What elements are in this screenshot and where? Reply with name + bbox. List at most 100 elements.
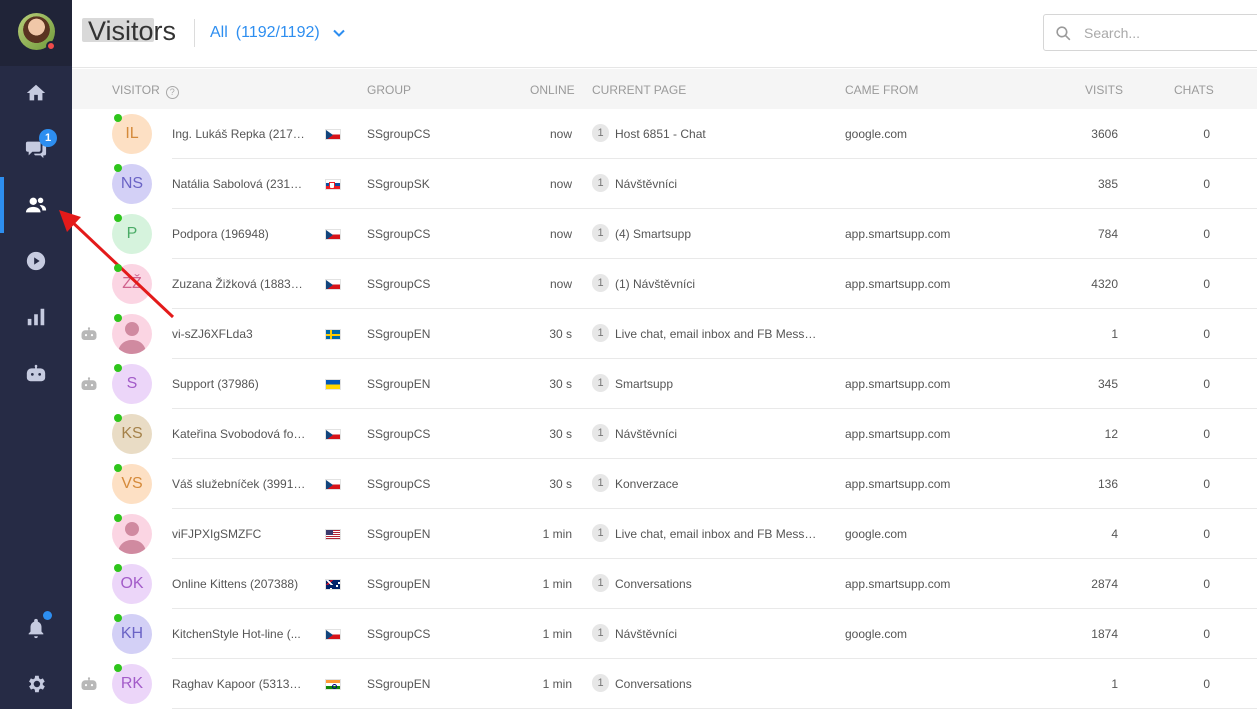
country-flag-icon	[325, 179, 341, 190]
current-page[interactable]: Návštěvníci	[615, 427, 817, 441]
came-from: app.smartsupp.com	[845, 377, 951, 391]
table-row[interactable]: NS Natália Sabolová (2317... SSgroupSK n…	[72, 159, 1257, 209]
table-row[interactable]: viFJPXIgSMZFC SSgroupEN 1 min 1 Live cha…	[72, 509, 1257, 559]
visits-count: 2874	[1091, 577, 1118, 591]
visitor-name[interactable]: Podpora (196948)	[172, 227, 306, 241]
visitor-name[interactable]: Support (37986)	[172, 377, 306, 391]
visitor-name[interactable]: Ing. Lukáš Repka (2177...	[172, 127, 306, 141]
online-time: 1 min	[542, 627, 572, 641]
profile-area[interactable]	[0, 0, 72, 66]
page-count-badge: 1	[592, 624, 609, 642]
avatar-initials: P	[126, 225, 138, 242]
nav-visitors[interactable]	[0, 177, 72, 233]
visitor-group: SSgroupCS	[367, 477, 431, 491]
nav-recordings[interactable]	[0, 233, 72, 289]
chats-count: 0	[1203, 477, 1210, 491]
table-header: VISITOR? GROUP ONLINE CURRENT PAGE CAME …	[72, 69, 1257, 109]
avatar-initials: KH	[120, 625, 144, 642]
visitor-name[interactable]: vi-sZJ6XFLda3	[172, 327, 306, 341]
column-group[interactable]: GROUP	[367, 83, 411, 97]
visitor-name[interactable]: Raghav Kapoor (531318)	[172, 677, 306, 691]
country-flag-icon	[325, 579, 341, 590]
page-count-badge: 1	[592, 474, 609, 492]
visitor-name[interactable]: KitchenStyle Hot-line (...	[172, 627, 306, 641]
page-count-badge: 1	[592, 324, 609, 342]
play-icon	[26, 251, 46, 271]
column-chats[interactable]: CHATS	[1174, 83, 1214, 97]
column-came-from[interactable]: CAME FROM	[845, 83, 918, 97]
current-page[interactable]: Smartsupp	[615, 377, 817, 391]
chats-count: 0	[1203, 327, 1210, 341]
notification-dot	[43, 611, 52, 620]
nav-home[interactable]	[0, 65, 72, 121]
avatar-initials: S	[126, 375, 138, 392]
current-page[interactable]: Konverzace	[615, 477, 817, 491]
current-page[interactable]: (4) Smartsupp	[615, 227, 817, 241]
came-from: app.smartsupp.com	[845, 227, 951, 241]
online-status-dot	[114, 364, 122, 372]
column-visits[interactable]: VISITS	[1085, 83, 1123, 97]
visitor-name[interactable]: Zuzana Žižková (188319)	[172, 277, 306, 291]
column-current-page[interactable]: CURRENT PAGE	[592, 83, 686, 97]
title-divider	[194, 19, 195, 47]
nav-chats[interactable]: 1	[0, 121, 72, 177]
online-time: 30 s	[549, 377, 572, 391]
table-row[interactable]: KH KitchenStyle Hot-line (... SSgroupCS …	[72, 609, 1257, 659]
country-flag-icon	[325, 679, 341, 690]
came-from: app.smartsupp.com	[845, 477, 951, 491]
came-from: app.smartsupp.com	[845, 277, 951, 291]
page-count-badge: 1	[592, 524, 609, 542]
chats-count: 0	[1203, 277, 1210, 291]
current-page[interactable]: Návštěvníci	[615, 627, 817, 641]
page-count-badge: 1	[592, 674, 609, 692]
current-page[interactable]: Conversations	[615, 577, 817, 591]
chats-count: 0	[1203, 527, 1210, 541]
visitor-name[interactable]: viFJPXIgSMZFC	[172, 527, 306, 541]
gear-icon	[29, 675, 45, 693]
came-from: app.smartsupp.com	[845, 427, 951, 441]
current-page[interactable]: Návštěvníci	[615, 177, 817, 191]
visitor-group: SSgroupCS	[367, 427, 431, 441]
search-input[interactable]	[1084, 23, 1254, 43]
current-page[interactable]: Conversations	[615, 677, 817, 691]
visitor-group: SSgroupSK	[367, 177, 430, 191]
visitor-group: SSgroupEN	[367, 327, 431, 341]
visitor-name[interactable]: Kateřina Svobodová fot...	[172, 427, 306, 441]
table-row[interactable]: ZŽ Zuzana Žižková (188319) SSgroupCS now…	[72, 259, 1257, 309]
avatar-initials: NS	[120, 175, 144, 192]
help-icon[interactable]: ?	[165, 86, 179, 99]
current-page[interactable]: Live chat, email inbox and FB Messe...	[615, 327, 817, 341]
table-row[interactable]: RK Raghav Kapoor (531318) SSgroupEN 1 mi…	[72, 659, 1257, 709]
chats-count: 0	[1203, 127, 1210, 141]
visitor-name[interactable]: Natália Sabolová (2317...	[172, 177, 306, 191]
chats-count: 0	[1203, 427, 1210, 441]
nav-statistics[interactable]	[0, 289, 72, 345]
visitor-group: SSgroupEN	[367, 377, 431, 391]
country-flag-icon	[325, 279, 341, 290]
visits-count: 1874	[1091, 627, 1118, 641]
visitor-name[interactable]: Váš služebníček (399175)	[172, 477, 306, 491]
column-visitor[interactable]: VISITOR?	[112, 83, 179, 99]
table-row[interactable]: P Podpora (196948) SSgroupCS now 1 (4) S…	[72, 209, 1257, 259]
country-flag-icon	[325, 129, 341, 140]
online-time: 1 min	[542, 527, 572, 541]
visitor-name[interactable]: Online Kittens (207388)	[172, 577, 306, 591]
visitor-filter-dropdown[interactable]: All (1192/1192)	[210, 24, 346, 42]
visits-count: 4	[1111, 527, 1118, 541]
table-row[interactable]: KS Kateřina Svobodová fot... SSgroupCS 3…	[72, 409, 1257, 459]
table-row[interactable]: VS Váš služebníček (399175) SSgroupCS 30…	[72, 459, 1257, 509]
nav-notifications[interactable]	[0, 600, 72, 656]
nav-settings[interactable]	[0, 656, 72, 712]
table-row[interactable]: vi-sZJ6XFLda3 SSgroupEN 30 s 1 Live chat…	[72, 309, 1257, 359]
nav-chatbot[interactable]	[0, 345, 72, 401]
search-box[interactable]	[1043, 14, 1257, 51]
current-page[interactable]: Live chat, email inbox and FB Messe...	[615, 527, 817, 541]
table-row[interactable]: OK Online Kittens (207388) SSgroupEN 1 m…	[72, 559, 1257, 609]
table-row[interactable]: IL Ing. Lukáš Repka (2177... SSgroupCS n…	[72, 109, 1257, 159]
current-page[interactable]: Host 6851 - Chat	[615, 127, 817, 141]
visits-count: 4320	[1091, 277, 1118, 291]
current-page[interactable]: (1) Návštěvníci	[615, 277, 817, 291]
table-row[interactable]: S Support (37986) SSgroupEN 30 s 1 Smart…	[72, 359, 1257, 409]
column-online[interactable]: ONLINE	[530, 83, 575, 97]
visits-count: 1	[1111, 327, 1118, 341]
